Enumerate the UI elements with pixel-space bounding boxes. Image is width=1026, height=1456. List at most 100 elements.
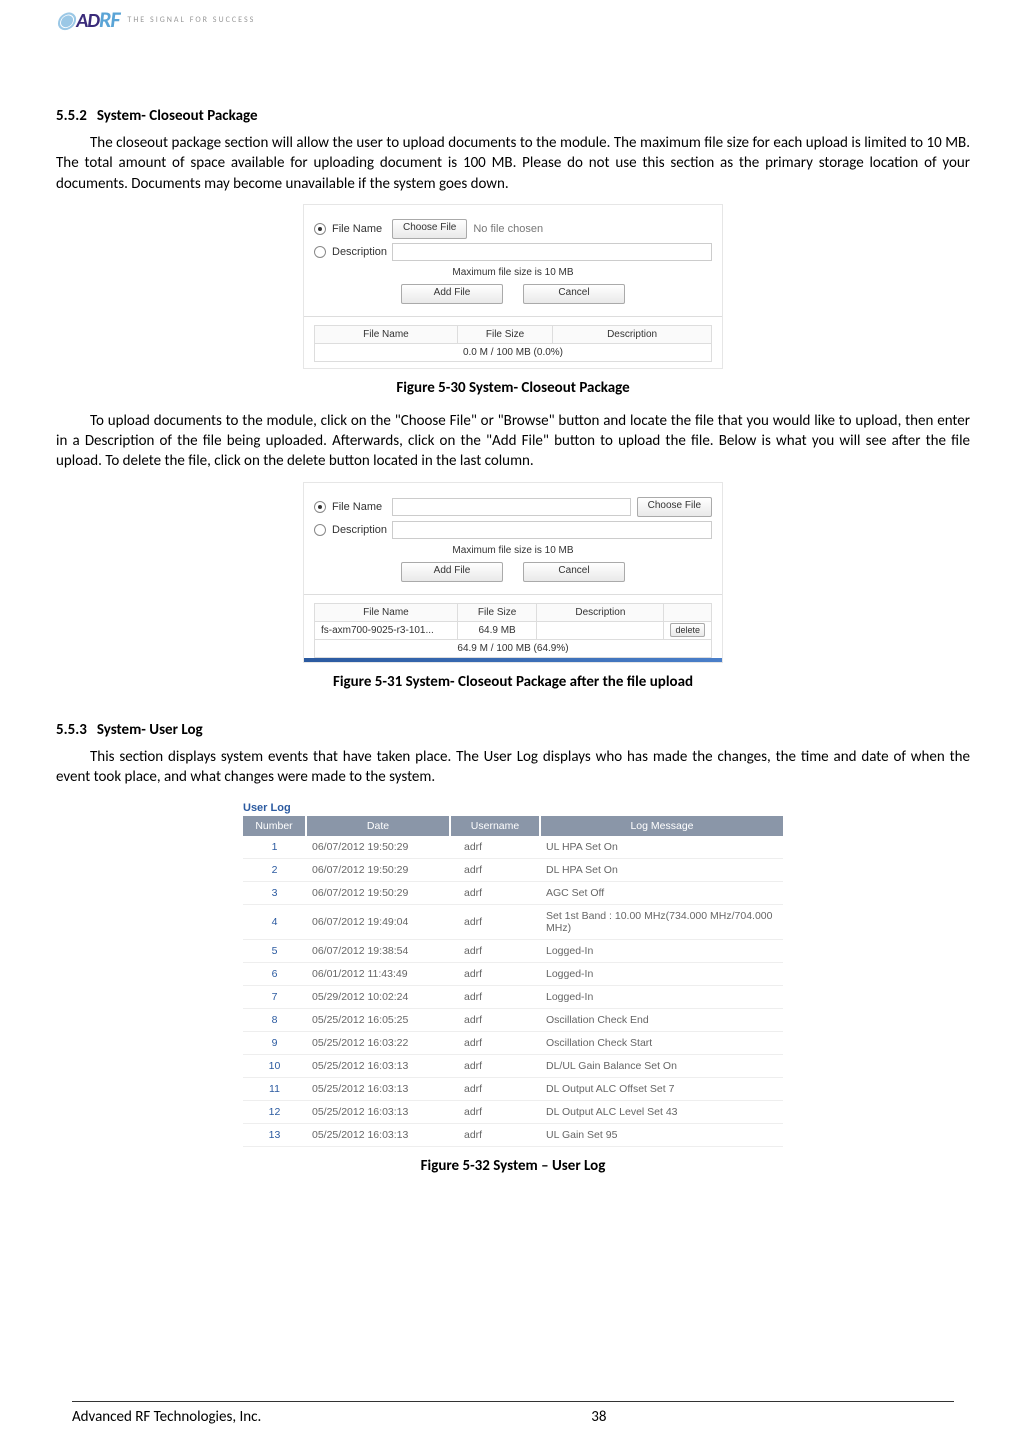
cell-username: adrf: [450, 836, 540, 859]
storage-status: 64.9 M / 100 MB (64.9%): [315, 639, 712, 657]
section-number: 5.5.2: [56, 107, 87, 125]
cell-date: 06/07/2012 19:50:29: [306, 836, 450, 859]
cell-username: adrf: [450, 940, 540, 963]
col-logmessage: Log Message: [540, 816, 783, 836]
add-file-button[interactable]: Add File: [401, 284, 503, 304]
description-input[interactable]: [392, 243, 712, 261]
table-row: 1305/25/2012 16:03:13adrfUL Gain Set 95: [243, 1124, 783, 1147]
filesize-hint: Maximum file size is 10 MB: [314, 267, 712, 278]
wave-icon: ◉: [56, 6, 74, 33]
table-row: 406/07/2012 19:49:04adrfSet 1st Band : 1…: [243, 905, 783, 940]
cell-number: 6: [243, 963, 306, 986]
cell-username: adrf: [450, 1055, 540, 1078]
table-row: 106/07/2012 19:50:29adrfUL HPA Set On: [243, 836, 783, 859]
cell-date: 05/25/2012 16:03:13: [306, 1101, 450, 1124]
cancel-button[interactable]: Cancel: [523, 284, 625, 304]
filename-label: File Name: [332, 223, 392, 235]
cell-username: adrf: [450, 859, 540, 882]
section-552-para2: To upload documents to the module, click…: [56, 411, 970, 472]
footer-company: Advanced RF Technologies, Inc.: [72, 1408, 261, 1426]
cell-number: 13: [243, 1124, 306, 1147]
cancel-button[interactable]: Cancel: [523, 562, 625, 582]
cell-message: UL Gain Set 95: [540, 1124, 783, 1147]
filename-input[interactable]: [392, 498, 631, 516]
table-row: 1105/25/2012 16:03:13adrfDL Output ALC O…: [243, 1078, 783, 1101]
radio-icon: [314, 246, 326, 258]
cell-username: adrf: [450, 905, 540, 940]
cell-username: adrf: [450, 1078, 540, 1101]
table-row: 1205/25/2012 16:03:13adrfDL Output ALC L…: [243, 1101, 783, 1124]
brand-slogan: THE SIGNAL FOR SUCCESS: [127, 15, 255, 25]
cell-message: DL/UL Gain Balance Set On: [540, 1055, 783, 1078]
cell-message: DL Output ALC Level Set 43: [540, 1101, 783, 1124]
cell-message: Logged-In: [540, 986, 783, 1009]
table-row: 206/07/2012 19:50:29adrfDL HPA Set On: [243, 859, 783, 882]
no-file-label: No file chosen: [473, 223, 543, 235]
col-number: Number: [243, 816, 306, 836]
delete-button[interactable]: delete: [670, 623, 705, 637]
cell-number: 8: [243, 1009, 306, 1032]
cell-date: 05/25/2012 16:03:13: [306, 1055, 450, 1078]
col-description: Description: [537, 603, 664, 621]
footer-page-number: 38: [591, 1408, 606, 1426]
cell-number: 3: [243, 882, 306, 905]
filesize-hint: Maximum file size is 10 MB: [314, 545, 712, 556]
cell-date: 06/07/2012 19:50:29: [306, 859, 450, 882]
fig-532-caption: Figure 5-32 System – User Log: [56, 1157, 970, 1175]
cell-number: 9: [243, 1032, 306, 1055]
cell-number: 2: [243, 859, 306, 882]
cell-number: 7: [243, 986, 306, 1009]
fig-531-caption: Figure 5-31 System- Closeout Package aft…: [56, 673, 970, 691]
cell-number: 4: [243, 905, 306, 940]
description-label: Description: [332, 246, 392, 258]
table-row: 506/07/2012 19:38:54adrfLogged-In: [243, 940, 783, 963]
table-row: 805/25/2012 16:05:25adrfOscillation Chec…: [243, 1009, 783, 1032]
section-heading-552: 5.5.2 System- Closeout Package: [56, 107, 970, 125]
table-row: 705/29/2012 10:02:24adrfLogged-In: [243, 986, 783, 1009]
storage-status: 0.0 M / 100 MB (0.0%): [315, 343, 712, 361]
cell-message: Oscillation Check End: [540, 1009, 783, 1032]
description-input[interactable]: [392, 521, 712, 539]
radio-icon: [314, 501, 326, 513]
cell-number: 1: [243, 836, 306, 859]
cell-username: adrf: [450, 882, 540, 905]
cell-message: UL HPA Set On: [540, 836, 783, 859]
col-filename: File Name: [315, 325, 458, 343]
cell-date: 05/25/2012 16:03:13: [306, 1078, 450, 1101]
cell-message: Logged-In: [540, 963, 783, 986]
filename-label: File Name: [332, 501, 392, 513]
table-row: 306/07/2012 19:50:29adrfAGC Set Off: [243, 882, 783, 905]
cell-filename: fs-axm700-9025-r3-101...: [315, 621, 458, 639]
section-552-para1: The closeout package section will allow …: [56, 133, 970, 194]
radio-icon: [314, 223, 326, 235]
fig-531-panel: File Name Choose File Description Maximu…: [303, 482, 723, 663]
cell-date: 05/25/2012 16:03:22: [306, 1032, 450, 1055]
choose-file-button[interactable]: Choose File: [637, 497, 712, 517]
cell-filesize: 64.9 MB: [457, 621, 536, 639]
cell-date: 06/07/2012 19:38:54: [306, 940, 450, 963]
table-row: fs-axm700-9025-r3-101... 64.9 MB delete: [315, 621, 712, 639]
col-filesize: File Size: [457, 325, 552, 343]
add-file-button[interactable]: Add File: [401, 562, 503, 582]
table-row: 905/25/2012 16:03:22adrfOscillation Chec…: [243, 1032, 783, 1055]
fig-532-panel: User Log Number Date Username Log Messag…: [243, 802, 783, 1147]
description-label: Description: [332, 524, 392, 536]
cell-number: 11: [243, 1078, 306, 1101]
col-filesize: File Size: [457, 603, 536, 621]
userlog-table: Number Date Username Log Message 106/07/…: [243, 816, 783, 1147]
cell-description: [537, 621, 664, 639]
section-title: System- User Log: [97, 721, 203, 739]
cell-message: Set 1st Band : 10.00 MHz(734.000 MHz/704…: [540, 905, 783, 940]
page-header: ◉ADRF THE SIGNAL FOR SUCCESS: [56, 0, 970, 43]
cell-username: adrf: [450, 1009, 540, 1032]
cell-username: adrf: [450, 1124, 540, 1147]
choose-file-button[interactable]: Choose File: [392, 219, 467, 239]
cell-number: 5: [243, 940, 306, 963]
page-footer: Advanced RF Technologies, Inc. 38: [72, 1401, 954, 1426]
progress-bar: [304, 658, 722, 662]
fig-530-caption: Figure 5-30 System- Closeout Package: [56, 379, 970, 397]
fig-530-panel: File Name Choose File No file chosen Des…: [303, 204, 723, 369]
table-row: 606/01/2012 11:43:49adrfLogged-In: [243, 963, 783, 986]
col-date: Date: [306, 816, 450, 836]
cell-message: DL Output ALC Offset Set 7: [540, 1078, 783, 1101]
